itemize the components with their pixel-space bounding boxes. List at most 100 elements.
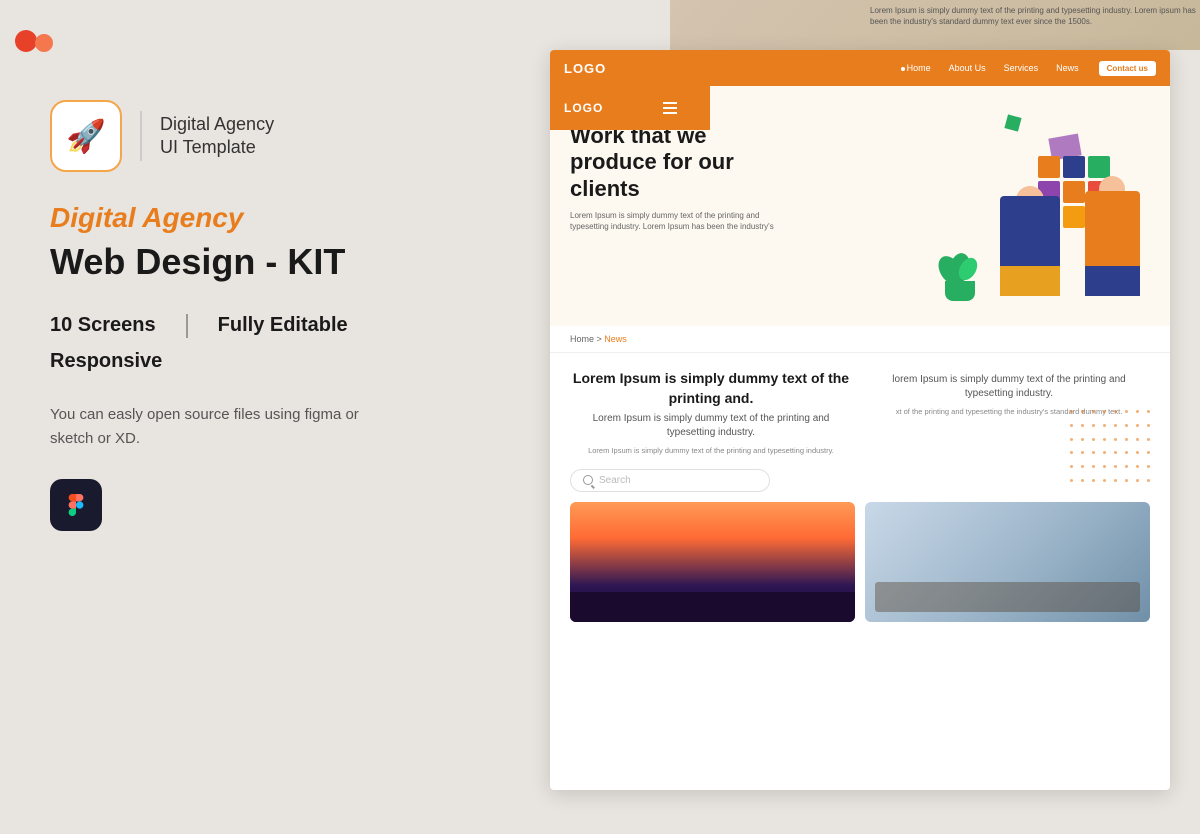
hamburger-line-3 xyxy=(663,112,677,114)
dot-item xyxy=(1092,451,1095,454)
dot-item xyxy=(1125,424,1128,427)
dot-item xyxy=(1125,479,1128,482)
dot-item xyxy=(1136,451,1139,454)
responsive-feature: Responsive xyxy=(50,350,420,373)
breadcrumb-home[interactable]: Home xyxy=(570,334,594,344)
features-row: 10 Screens Fully Editable xyxy=(50,314,420,338)
nav-home[interactable]: Home xyxy=(901,63,931,73)
news-section: Lorem Ipsum is simply dummy text of the … xyxy=(550,353,1170,638)
dot-item xyxy=(1103,424,1106,427)
dot-item xyxy=(1125,451,1128,454)
dot-item xyxy=(1136,438,1139,441)
search-bar[interactable]: Search xyxy=(570,469,770,492)
dot-item xyxy=(1103,479,1106,482)
dot-item xyxy=(1070,424,1073,427)
dot-item xyxy=(1081,451,1084,454)
dot-item xyxy=(1092,438,1095,441)
dot-item xyxy=(1147,451,1150,454)
dot-item xyxy=(1070,451,1073,454)
dot-item xyxy=(1092,465,1095,468)
dot-item xyxy=(1092,410,1095,413)
app-logo-icon: 🚀 xyxy=(50,100,122,172)
nav-dot xyxy=(901,67,905,71)
mobile-nav: LOGO xyxy=(550,86,710,130)
brand-title: Digital Agency xyxy=(50,202,420,234)
dot-item xyxy=(1103,465,1106,468)
dot-item xyxy=(1136,424,1139,427)
hamburger-line-2 xyxy=(663,107,677,109)
dot-item xyxy=(1070,465,1073,468)
contact-button[interactable]: Contact us xyxy=(1099,61,1156,76)
dot-item xyxy=(1081,479,1084,482)
dot-item xyxy=(1125,465,1128,468)
logo-section: 🚀 Digital Agency UI Template xyxy=(50,100,420,172)
sunset-silhouette xyxy=(570,592,855,622)
breadcrumb: Home > News xyxy=(550,326,1170,353)
dot-item xyxy=(1136,479,1139,482)
dot-item xyxy=(1092,479,1095,482)
search-placeholder: Search xyxy=(599,475,631,486)
news-body-1: Lorem Ipsum is simply dummy text of the … xyxy=(570,446,852,457)
images-grid xyxy=(570,502,1150,622)
dot-item xyxy=(1147,424,1150,427)
search-icon xyxy=(583,475,593,485)
right-panel: LOGO Home About Us Services News Contact… xyxy=(470,0,1200,834)
plant-illustration xyxy=(940,251,980,301)
logo-divider xyxy=(140,111,142,161)
rocket-emoji: 🚀 xyxy=(66,117,106,155)
dot-item xyxy=(1081,465,1084,468)
news-item-1: Lorem Ipsum is simply dummy text of the … xyxy=(570,369,852,457)
dot-item xyxy=(1114,465,1117,468)
office-background xyxy=(865,502,1150,622)
screens-feature: 10 Screens xyxy=(50,314,156,337)
dot-item xyxy=(1147,465,1150,468)
dot-item xyxy=(1125,438,1128,441)
dot-item xyxy=(1114,451,1117,454)
nav-about[interactable]: About Us xyxy=(949,63,986,73)
hamburger-line-1 xyxy=(663,102,677,104)
person-2-illustration xyxy=(1085,176,1140,296)
dot-item xyxy=(1147,438,1150,441)
person-legs-1 xyxy=(1000,266,1060,296)
site-logo: LOGO xyxy=(564,61,606,76)
mobile-logo: LOGO xyxy=(564,101,603,115)
dot-item xyxy=(1070,479,1073,482)
news-subtitle-1: Lorem Ipsum is simply dummy text of the … xyxy=(570,412,852,440)
news-title-1: Lorem Ipsum is simply dummy text of the … xyxy=(570,369,852,408)
box-2 xyxy=(1063,156,1085,178)
person-legs-2 xyxy=(1085,266,1140,296)
dot-item xyxy=(1081,424,1084,427)
dot-item xyxy=(1103,438,1106,441)
figma-icon[interactable] xyxy=(50,479,102,531)
dot-item xyxy=(1136,410,1139,413)
image-office xyxy=(865,502,1150,622)
nav-news[interactable]: News xyxy=(1056,63,1079,73)
circle-orange xyxy=(35,34,53,52)
dot-item xyxy=(1070,410,1073,413)
dot-item xyxy=(1147,410,1150,413)
news-grid: Lorem Ipsum is simply dummy text of the … xyxy=(570,369,1150,457)
dot-item xyxy=(1092,424,1095,427)
person-body-1 xyxy=(1000,196,1060,266)
news-subtitle-2: lorem Ipsum is simply dummy text of the … xyxy=(868,373,1150,401)
hamburger-menu[interactable] xyxy=(663,102,677,114)
dot-item xyxy=(1081,438,1084,441)
hero-illustration xyxy=(880,96,1160,316)
nav-services[interactable]: Services xyxy=(1004,63,1039,73)
dot-item xyxy=(1114,438,1117,441)
dot-item xyxy=(1125,410,1128,413)
search-handle xyxy=(591,484,595,488)
figma-logo-svg xyxy=(62,491,90,519)
box-5 xyxy=(1063,181,1085,203)
logo-title: Digital Agency xyxy=(160,114,274,135)
description-text: You can easly open source files using fi… xyxy=(50,403,370,451)
person-1-illustration xyxy=(1000,186,1060,296)
circle-red xyxy=(15,30,37,52)
dot-item xyxy=(1147,479,1150,482)
box-3 xyxy=(1088,156,1110,178)
dot-item xyxy=(1114,424,1117,427)
website-preview: LOGO Home About Us Services News Contact… xyxy=(550,50,1170,790)
dot-item xyxy=(1114,479,1117,482)
decorative-circles xyxy=(15,30,59,52)
breadcrumb-current: News xyxy=(604,334,627,344)
